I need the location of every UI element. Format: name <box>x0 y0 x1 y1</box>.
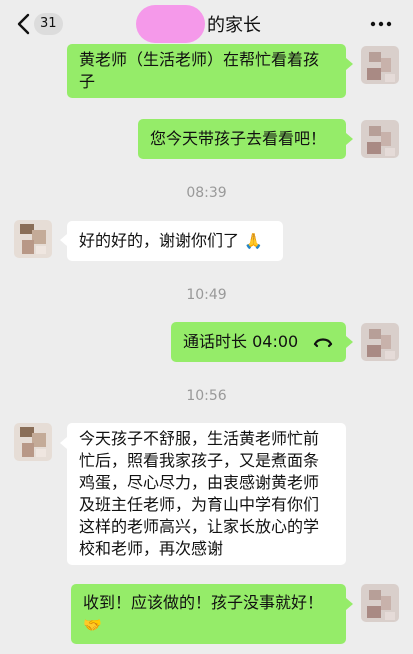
timestamp: 08:39 <box>186 185 227 201</box>
timestamp: 10:49 <box>186 287 227 303</box>
message-text: 收到！应该做的！孩子没事就好！ <box>83 593 324 612</box>
handshake-emoji-icon: 🤝 <box>83 616 102 634</box>
call-record-bubble[interactable]: 通话时长 04:00 <box>171 322 346 362</box>
message-text: 好的好的，谢谢你们了 <box>79 231 240 250</box>
message-text: 今天孩子不舒服，生活黄老师忙前忙后，照看我家孩子，又是煮面条鸡蛋，尽心尽力，由衷… <box>79 429 320 558</box>
self-avatar[interactable] <box>361 120 399 158</box>
message-text: 黄老师（生活老师）在帮忙看着孩子 <box>79 50 320 91</box>
phone-hangup-icon <box>313 338 333 348</box>
contact-name-mask <box>136 5 205 43</box>
chat-title-text: 的家长 <box>207 15 261 36</box>
back-arrow-icon[interactable] <box>14 12 34 36</box>
unread-count-badge[interactable]: 31 <box>34 13 63 35</box>
more-options-icon[interactable] <box>369 14 393 34</box>
chat-header: 31 的家长 <box>0 0 413 48</box>
message-bubble-received[interactable]: 今天孩子不舒服，生活黄老师忙前忙后，照看我家孩子，又是煮面条鸡蛋，尽心尽力，由衷… <box>67 423 346 565</box>
contact-avatar[interactable] <box>14 220 52 258</box>
self-avatar[interactable] <box>361 584 399 622</box>
message-bubble-sent[interactable]: 您今天带孩子去看看吧！ <box>138 119 346 159</box>
timestamp: 10:56 <box>186 388 227 404</box>
message-bubble-received[interactable]: 好的好的，谢谢你们了 🙏 <box>67 221 283 261</box>
message-bubble-sent[interactable]: 黄老师（生活老师）在帮忙看着孩子 <box>67 44 346 98</box>
call-duration-text: 通话时长 04:00 <box>183 332 299 351</box>
message-bubble-sent[interactable]: 收到！应该做的！孩子没事就好！ 🤝 <box>71 584 346 644</box>
self-avatar[interactable] <box>361 46 399 84</box>
praying-hands-emoji-icon: 🙏 <box>244 232 263 250</box>
self-avatar[interactable] <box>361 323 399 361</box>
message-text: 您今天带孩子去看看吧！ <box>150 129 327 148</box>
contact-avatar[interactable] <box>14 423 52 461</box>
chat-title: 的家长 <box>136 5 261 43</box>
